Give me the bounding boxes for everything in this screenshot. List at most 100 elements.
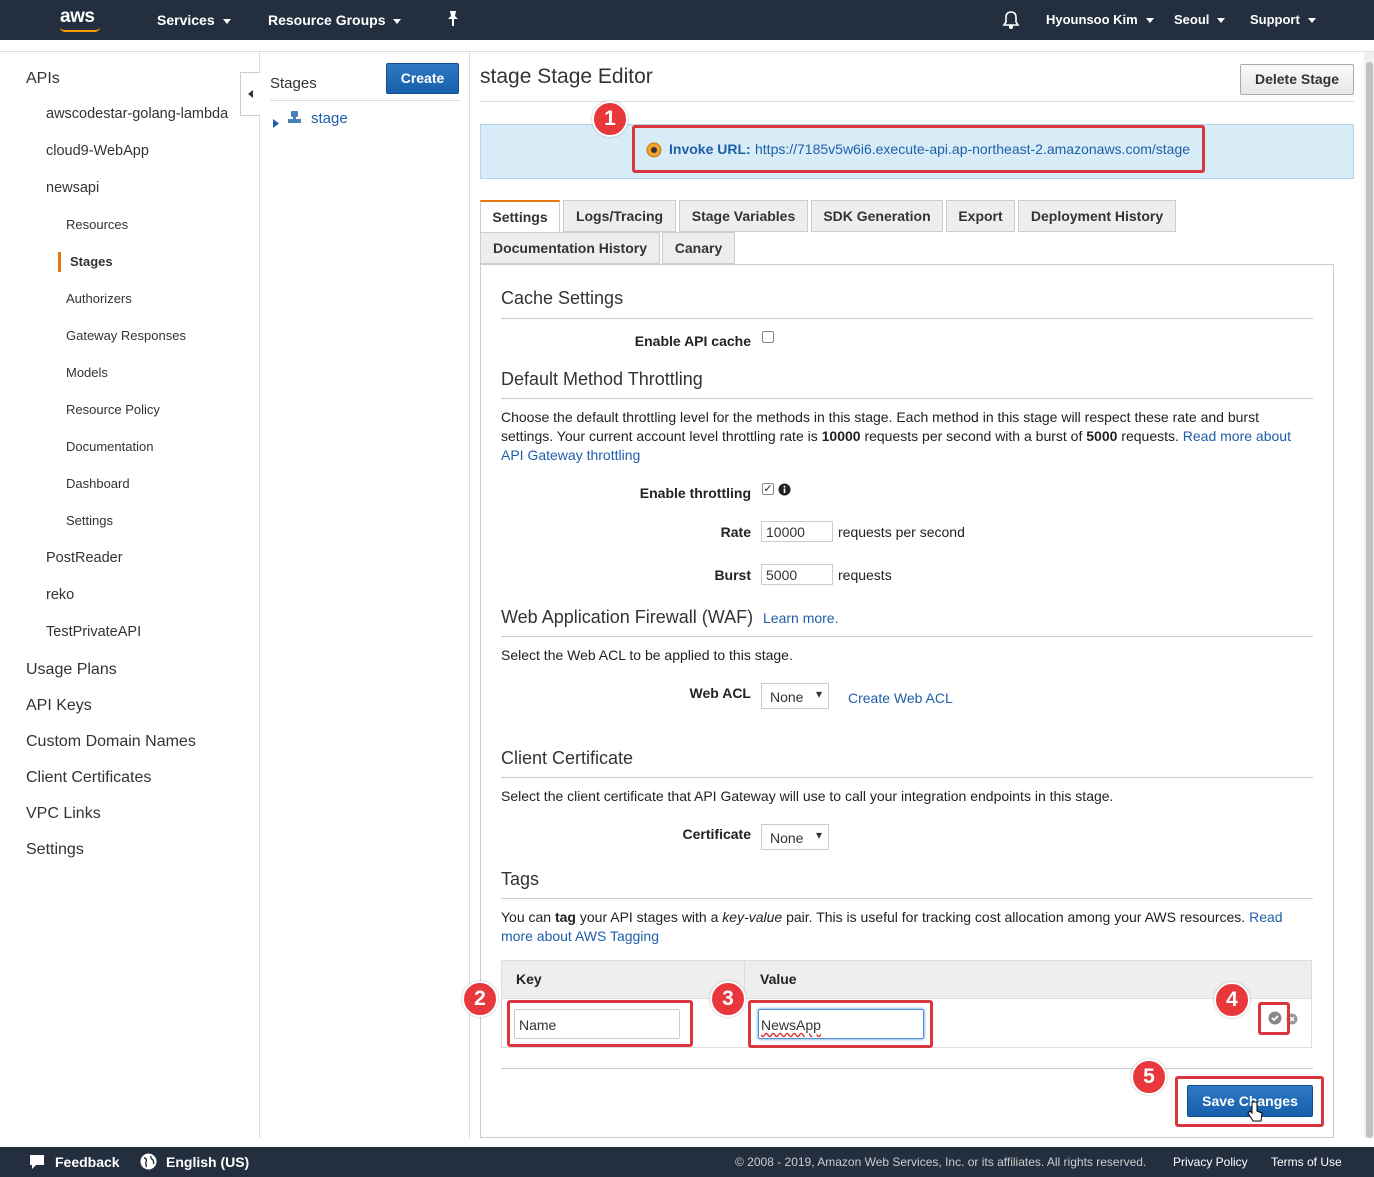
sub-navigation-bar (0, 40, 1374, 52)
divider (501, 318, 1313, 319)
sidebar-item-custom-domain-names[interactable]: Custom Domain Names (26, 733, 196, 751)
desc-text: You can (501, 909, 555, 925)
sidebar-item-resource-policy[interactable]: Resource Policy (66, 402, 160, 417)
annotation-box-tag-key (507, 1000, 693, 1047)
tab-stage-variables[interactable]: Stage Variables (679, 200, 808, 232)
tab-logs-tracing[interactable]: Logs/Tracing (563, 200, 676, 232)
annotation-badge-4: 4 (1214, 982, 1250, 1018)
rate-input[interactable]: 10000 (761, 521, 833, 542)
throttling-read-more-link[interactable]: Read more about (1183, 428, 1291, 444)
burst-input[interactable]: 5000 (761, 564, 833, 585)
terms-of-use-link[interactable]: Terms of Use (1271, 1155, 1342, 1169)
stage-icon (287, 110, 302, 128)
tab-sdk-generation[interactable]: SDK Generation (811, 200, 943, 232)
region-menu[interactable]: Seoul (1174, 12, 1226, 27)
delete-stage-button[interactable]: Delete Stage (1240, 64, 1354, 95)
certificate-select[interactable]: None (761, 824, 829, 850)
waf-description: Select the Web ACL to be applied to this… (501, 647, 793, 663)
sidebar-collapse-button[interactable] (240, 72, 260, 116)
tags-column-key: Key (516, 971, 542, 987)
chevron-down-icon (1307, 18, 1316, 24)
certificate-label: Certificate (682, 826, 751, 842)
enable-api-cache-checkbox[interactable] (762, 331, 774, 343)
enable-api-cache-label: Enable API cache (634, 333, 751, 349)
divider (501, 777, 1313, 778)
rate-unit: requests per second (838, 524, 965, 540)
aws-logo[interactable]: aws (60, 6, 95, 28)
sidebar-item-authorizers[interactable]: Authorizers (66, 291, 132, 306)
stages-panel (260, 52, 470, 1138)
sidebar-item-stages[interactable]: Stages (70, 254, 113, 269)
stages-heading: Stages (270, 75, 317, 92)
divider (501, 636, 1313, 637)
web-acl-select[interactable]: None (761, 683, 829, 709)
language-selector[interactable]: English (US) (166, 1154, 249, 1170)
pin-icon[interactable] (446, 10, 460, 31)
certificate-description: Select the client certificate that API G… (501, 788, 1114, 804)
throttling-description-line1: Choose the default throttling level for … (501, 409, 1259, 425)
waf-heading: Web Application Firewall (WAF) (501, 607, 754, 627)
annotation-badge-1: 1 (592, 101, 628, 137)
privacy-policy-link[interactable]: Privacy Policy (1173, 1155, 1248, 1169)
page-title: stage Stage Editor (480, 65, 653, 88)
sidebar-api-testprivateapi[interactable]: TestPrivateAPI (46, 624, 141, 640)
tab-settings[interactable]: Settings (480, 200, 560, 232)
services-menu[interactable]: Services (157, 12, 231, 28)
top-navigation-bar: aws Services Resource Groups Hyounsoo Ki… (0, 0, 1374, 40)
desc-text: settings. Your current account level thr… (501, 428, 822, 444)
annotation-box-save (1175, 1076, 1324, 1127)
sidebar-item-api-settings[interactable]: Settings (66, 513, 113, 528)
resource-groups-menu[interactable]: Resource Groups (268, 12, 402, 28)
page-scrollbar-thumb[interactable] (1366, 62, 1373, 1138)
support-menu[interactable]: Support (1250, 12, 1316, 27)
sidebar-item-models[interactable]: Models (66, 365, 108, 380)
sidebar-item-client-certificates[interactable]: Client Certificates (26, 769, 151, 787)
chevron-down-icon (1217, 18, 1226, 24)
expand-caret-icon[interactable] (273, 115, 279, 131)
sidebar-item-usage-plans[interactable]: Usage Plans (26, 661, 117, 679)
sidebar-item-apis[interactable]: APIs (26, 70, 60, 88)
desc-text: pair. This is useful for tracking cost a… (782, 909, 1250, 925)
enable-throttling-label: Enable throttling (639, 485, 751, 501)
feedback-icon (28, 1154, 46, 1173)
tab-export[interactable]: Export (946, 200, 1015, 232)
sidebar-api-reko[interactable]: reko (46, 587, 74, 603)
throttling-description-line3: API Gateway throttling (501, 447, 640, 463)
aws-tagging-link[interactable]: more about AWS Tagging (501, 928, 659, 944)
sidebar-api-postreader[interactable]: PostReader (46, 550, 123, 566)
throttling-docs-link[interactable]: API Gateway throttling (501, 447, 640, 463)
create-stage-button[interactable]: Create (386, 63, 459, 94)
enable-throttling-checkbox[interactable]: ✓ (762, 483, 774, 495)
tags-read-more-link[interactable]: Read (1249, 909, 1282, 925)
tab-canary[interactable]: Canary (662, 232, 735, 264)
annotation-badge-2: 2 (462, 981, 498, 1017)
stage-tree-item[interactable]: stage (311, 110, 348, 127)
feedback-link[interactable]: Feedback (55, 1154, 120, 1170)
desc-text: requests. (1117, 428, 1183, 444)
annotation-badge-3: 3 (710, 981, 746, 1017)
sidebar-api-cloud9[interactable]: cloud9-WebApp (46, 143, 149, 159)
annotation-box-tag-value (748, 1000, 933, 1048)
tab-documentation-history[interactable]: Documentation History (480, 232, 660, 264)
divider (501, 1068, 1313, 1069)
info-icon[interactable] (778, 483, 791, 499)
sidebar-item-dashboard[interactable]: Dashboard (66, 476, 130, 491)
tags-table-header (502, 961, 1311, 999)
sidebar-api-awscodestar[interactable]: awscodestar-golang-lambda (46, 106, 228, 122)
sidebar-item-resources[interactable]: Resources (66, 217, 128, 232)
sidebar-item-vpc-links[interactable]: VPC Links (26, 805, 101, 823)
divider (501, 898, 1313, 899)
sidebar-item-settings[interactable]: Settings (26, 841, 84, 859)
waf-learn-more-link[interactable]: Learn more. (763, 610, 838, 626)
desc-text: tag (554, 909, 576, 925)
sidebar-api-newsapi[interactable]: newsapi (46, 180, 99, 196)
create-web-acl-link[interactable]: Create Web ACL (848, 690, 953, 706)
tab-deployment-history[interactable]: Deployment History (1018, 200, 1176, 232)
sidebar-item-gateway-responses[interactable]: Gateway Responses (66, 328, 186, 343)
cache-settings-heading: Cache Settings (501, 288, 624, 308)
notifications-bell-icon[interactable] (1002, 10, 1020, 33)
sidebar-item-documentation[interactable]: Documentation (66, 439, 153, 454)
sidebar-item-api-keys[interactable]: API Keys (26, 697, 92, 715)
user-menu[interactable]: Hyounsoo Kim (1046, 12, 1154, 27)
region-name: Seoul (1174, 12, 1210, 27)
